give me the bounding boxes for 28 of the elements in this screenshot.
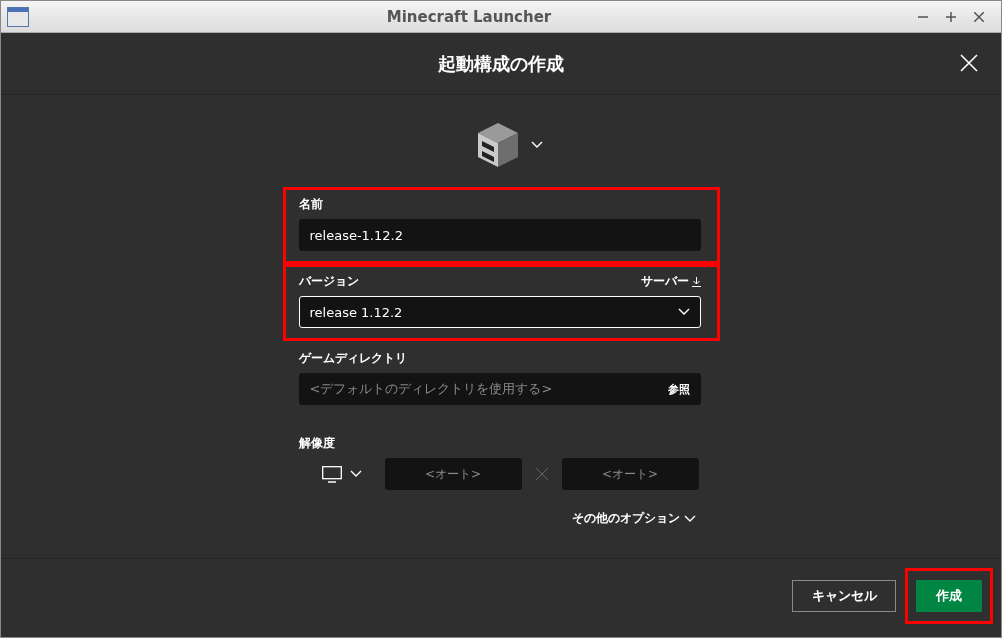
browse-button[interactable]: 参照 xyxy=(667,381,690,397)
cancel-button[interactable]: キャンセル xyxy=(792,580,896,612)
chevron-down-icon xyxy=(677,308,690,316)
profile-icon-picker[interactable] xyxy=(475,121,543,169)
monitor-icon xyxy=(321,465,342,483)
furnace-block-icon xyxy=(475,121,521,169)
plus-icon xyxy=(946,11,956,22)
field-label: 解像度 xyxy=(298,435,335,452)
height-input-field[interactable]: <オート> xyxy=(561,458,699,490)
server-download-link[interactable]: サーバー xyxy=(640,273,701,290)
chevron-down-icon xyxy=(683,514,696,523)
more-options-toggle[interactable]: その他のオプション xyxy=(571,510,696,527)
name-input-field[interactable]: release-1.12.2 xyxy=(298,219,701,251)
chevron-down-icon xyxy=(349,470,362,478)
close-icon xyxy=(974,11,984,22)
field-label: 名前 xyxy=(298,196,323,213)
times-icon xyxy=(535,468,548,480)
field-label: バージョン xyxy=(298,273,359,290)
chevron-down-icon xyxy=(531,141,543,149)
download-icon xyxy=(691,276,701,287)
version-dropdown[interactable]: release 1.12.2 xyxy=(298,296,701,328)
window-icon xyxy=(7,6,29,27)
window-title: Minecraft Launcher xyxy=(385,7,553,26)
width-input-field[interactable]: <オート> xyxy=(384,458,522,490)
dialog-title: 起動構成の作成 xyxy=(438,51,564,76)
field-label: ゲームディレクトリ xyxy=(298,350,407,367)
directory-input-field[interactable]: <デフォルトのディレクトリを使用する> 参照 xyxy=(298,373,701,405)
create-button[interactable]: 作成 xyxy=(916,580,982,612)
